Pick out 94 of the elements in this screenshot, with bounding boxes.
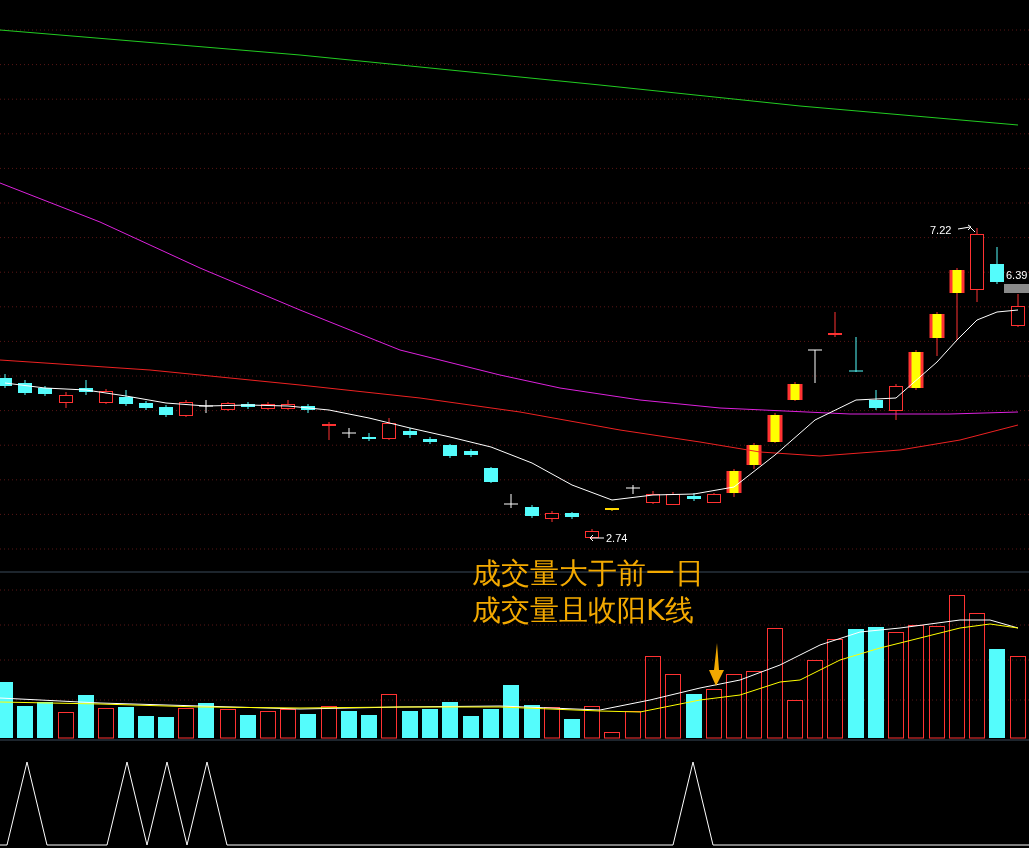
candlestick: [848, 336, 864, 373]
volume-bar: [746, 671, 762, 739]
volume-bar: [37, 702, 53, 738]
volume-bar: [260, 711, 276, 739]
candlestick: [1011, 293, 1025, 328]
volume-bar: [584, 706, 600, 739]
volume-bar: [706, 689, 722, 739]
price-label: 7.22: [930, 224, 952, 236]
volume-bar: [544, 707, 560, 739]
candlestick: [119, 389, 133, 407]
candlestick: [221, 401, 235, 412]
price-marker: [1004, 284, 1029, 293]
candlestick: [807, 349, 823, 384]
price-label: 2.74: [606, 532, 628, 544]
candlestick: [503, 493, 519, 509]
volume-bar: [17, 706, 33, 738]
volume-bar: [625, 711, 641, 739]
candlestick: [79, 379, 93, 396]
volume-bar: [422, 709, 438, 738]
candlestick: [341, 427, 357, 439]
candlestick: [362, 432, 376, 442]
volume-bar: [280, 709, 296, 739]
arrow-icon: [589, 534, 605, 542]
volume-bar: [665, 674, 681, 739]
candlestick: [321, 421, 337, 441]
volume-bar: [402, 711, 418, 738]
candlestick: [604, 508, 620, 512]
candlestick: [545, 510, 559, 523]
candlestick: [625, 484, 641, 495]
volume-bar: [240, 715, 256, 738]
price-label: 6.39: [1006, 269, 1028, 281]
candlestick: [159, 404, 173, 418]
volume-bar: [0, 682, 13, 738]
candlestick: [889, 383, 903, 421]
candlestick: [241, 401, 255, 410]
candlestick: [198, 399, 214, 414]
volume-bar: [381, 694, 397, 739]
volume-bar: [220, 709, 236, 739]
volume-bar: [442, 702, 458, 738]
candlestick: [403, 427, 417, 439]
candlestick: [687, 492, 701, 502]
candlestick: [281, 399, 295, 411]
candlestick: [464, 448, 478, 458]
volume-bar: [524, 705, 540, 738]
volume-bar: [483, 709, 499, 738]
candlestick: [707, 492, 721, 504]
candlestick: [746, 442, 762, 470]
candlestick: [443, 443, 457, 459]
candlestick: [301, 403, 315, 414]
annotation-text: 成交量大于前一日: [472, 555, 704, 592]
candlestick: [0, 373, 12, 389]
volume-bar: [686, 694, 702, 738]
annotation-text: 成交量且收阳K线: [472, 592, 696, 629]
candlestick: [382, 417, 396, 441]
volume-bar: [321, 706, 337, 739]
volume-bar: [78, 695, 94, 738]
volume-bar: [503, 685, 519, 738]
candlestick: [423, 436, 437, 445]
volume-bar: [604, 732, 620, 739]
candlestick: [990, 246, 1004, 285]
volume-bar: [118, 707, 134, 738]
volume-bar: [361, 715, 377, 738]
candlestick: [929, 311, 945, 357]
arrow-icon: [957, 224, 976, 233]
candlestick: [787, 381, 803, 402]
candlestick: [908, 349, 924, 391]
candlestick: [99, 388, 113, 405]
candlestick: [666, 491, 680, 506]
candlestick: [565, 511, 579, 520]
candlestick: [38, 385, 52, 397]
candlestick: [484, 466, 498, 484]
volume-bar: [178, 708, 194, 739]
candlestick: [726, 468, 742, 498]
candlestick: [827, 311, 843, 338]
volume-bar: [341, 711, 357, 738]
volume-bar: [787, 700, 803, 739]
volume-bar: [198, 703, 214, 738]
candlestick: [767, 412, 783, 444]
volume-bar: [463, 716, 479, 738]
volume-bar: [564, 719, 580, 738]
volume-bar: [138, 716, 154, 738]
candlestick: [261, 401, 275, 411]
volume-bar: [300, 714, 316, 738]
volume-bar: [98, 708, 114, 739]
candlestick: [139, 400, 153, 411]
candlestick: [585, 528, 599, 540]
volume-bar: [158, 717, 174, 738]
candlestick: [525, 504, 539, 519]
candlestick: [18, 379, 32, 396]
volume-bar: [58, 712, 74, 739]
volume-bar: [726, 674, 742, 739]
candlestick: [59, 391, 73, 409]
candlestick: [869, 389, 883, 411]
candlestick: [646, 490, 660, 505]
